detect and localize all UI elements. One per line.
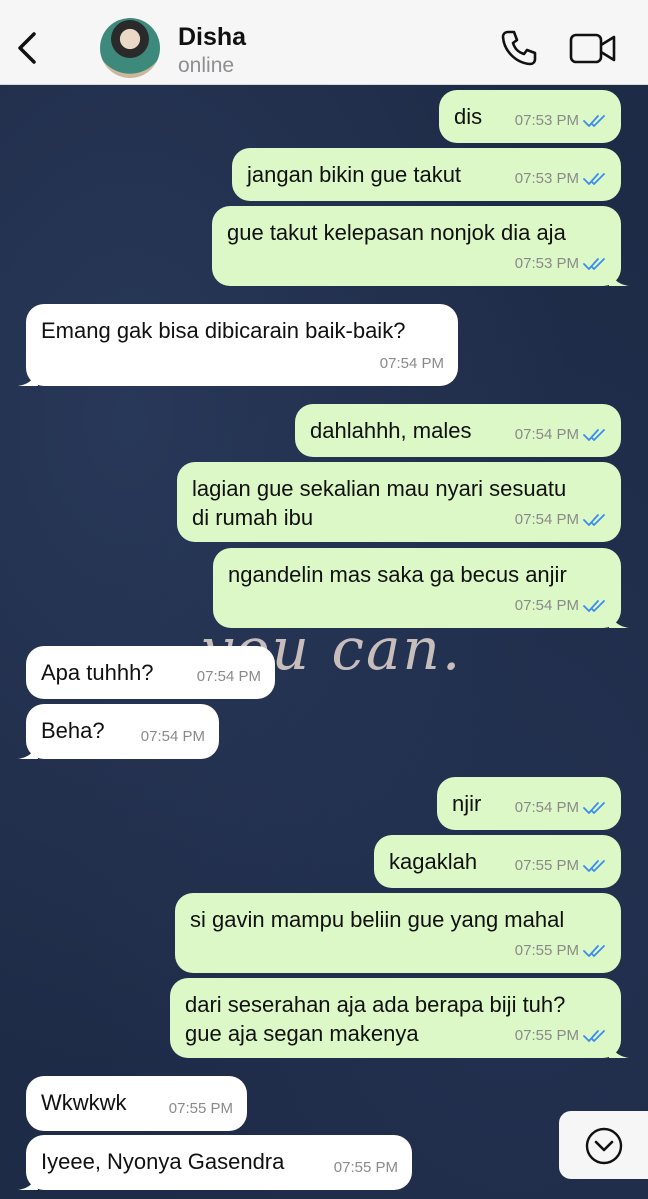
back-button[interactable]	[12, 28, 42, 68]
message-text: njir	[452, 791, 482, 816]
message-meta: 07:54 PM	[380, 349, 444, 378]
read-double-check-icon	[583, 599, 605, 612]
message-text: dahlahhh, males	[310, 418, 472, 443]
message-text: dari seserahan aja ada berapa biji tuh? …	[185, 992, 566, 1046]
message-meta: 07:54 PM	[515, 793, 607, 822]
message-meta: 07:55 PM	[334, 1153, 398, 1182]
incoming-message-bubble[interactable]: Iyeee, Nyonya Gasendra 07:55 PM	[18, 1135, 412, 1190]
message-text: Wkwkwk	[41, 1090, 127, 1115]
outgoing-message-bubble[interactable]: kagaklah 07:55 PM	[374, 835, 621, 888]
read-double-check-icon	[583, 257, 605, 270]
message-time: 07:54 PM	[514, 426, 579, 443]
incoming-message-bubble[interactable]: Emang gak bisa dibicarain baik-baik? 07:5…	[18, 304, 458, 386]
message-time: 07:54 PM	[514, 597, 579, 614]
message-meta: 07:53 PM	[515, 106, 607, 135]
message-time: 07:53 PM	[514, 255, 579, 272]
message-text: gue takut kelepasan nonjok dia aja	[227, 220, 566, 245]
message-time: 07:54 PM	[379, 355, 444, 372]
message-meta: 07:54 PM	[515, 505, 607, 534]
message-text: jangan bikin gue takut	[247, 162, 462, 187]
scroll-to-bottom-button[interactable]	[559, 1111, 648, 1179]
message-text: kagaklah	[389, 849, 478, 874]
message-text: dis	[454, 104, 483, 129]
phone-icon	[501, 30, 537, 66]
message-time: 07:55 PM	[514, 942, 579, 959]
bubble-tail	[18, 739, 38, 759]
message-time: 07:54 PM	[514, 511, 579, 528]
outgoing-message-bubble[interactable]: dahlahhh, males 07:54 PM	[295, 404, 621, 457]
message-meta: 07:53 PM	[515, 164, 607, 193]
message-time: 07:54 PM	[140, 728, 205, 745]
outgoing-message-bubble[interactable]: si gavin mampu beliin gue yang mahal 07:5…	[175, 893, 621, 973]
message-time: 07:55 PM	[514, 857, 579, 874]
outgoing-message-bubble[interactable]: gue takut kelepasan nonjok dia aja 07:53 …	[212, 206, 629, 286]
outgoing-message-bubble[interactable]: ngandelin mas saka ga becus anjir 07:54 P…	[213, 548, 629, 628]
message-text: ngandelin mas saka ga becus anjir	[228, 562, 567, 587]
message-time: 07:54 PM	[196, 668, 261, 685]
message-text: Emang gak bisa dibicarain baik-baik?	[41, 318, 406, 343]
bubble-tail	[18, 366, 38, 386]
message-meta: 07:55 PM	[515, 851, 607, 880]
bubble-tail	[609, 266, 629, 286]
read-double-check-icon	[583, 172, 605, 185]
message-text: lagian gue sekalian mau nyari sesuatu di…	[192, 476, 567, 530]
message-meta: 07:54 PM	[515, 591, 607, 620]
read-double-check-icon	[583, 801, 605, 814]
bubble-tail	[18, 1170, 38, 1190]
outgoing-message-bubble[interactable]: lagian gue sekalian mau nyari sesuatu di…	[177, 462, 621, 542]
outgoing-message-bubble[interactable]: dari seserahan aja ada berapa biji tuh? …	[170, 978, 629, 1058]
message-time: 07:53 PM	[514, 112, 579, 129]
outgoing-message-bubble[interactable]: jangan bikin gue takut 07:53 PM	[232, 148, 621, 201]
read-double-check-icon	[583, 114, 605, 127]
message-meta: 07:54 PM	[141, 722, 205, 751]
incoming-message-bubble[interactable]: Beha? 07:54 PM	[18, 704, 219, 759]
message-time: 07:55 PM	[333, 1159, 398, 1176]
message-text: si gavin mampu beliin gue yang mahal	[190, 907, 565, 932]
message-meta: 07:54 PM	[197, 662, 261, 691]
message-meta: 07:55 PM	[515, 936, 607, 965]
message-text: Apa tuhhh?	[41, 660, 154, 685]
incoming-message-bubble[interactable]: Apa tuhhh? 07:54 PM	[26, 646, 275, 699]
message-time: 07:55 PM	[514, 1027, 579, 1044]
bubble-tail	[609, 1038, 629, 1058]
message-meta: 07:55 PM	[169, 1094, 233, 1123]
message-time: 07:53 PM	[514, 170, 579, 187]
back-chevron-icon	[18, 32, 36, 64]
message-text: Iyeee, Nyonya Gasendra	[41, 1149, 285, 1174]
message-meta: 07:53 PM	[515, 249, 607, 278]
message-time: 07:54 PM	[514, 799, 579, 816]
video-call-button[interactable]	[569, 32, 617, 66]
message-text: Beha?	[41, 718, 105, 743]
outgoing-message-bubble[interactable]: dis 07:53 PM	[439, 90, 621, 143]
avatar[interactable]	[100, 18, 160, 78]
contact-status: online	[178, 54, 235, 77]
voice-call-button[interactable]	[499, 28, 539, 68]
incoming-message-bubble[interactable]: Wkwkwk 07:55 PM	[26, 1076, 247, 1131]
bubble-tail	[609, 608, 629, 628]
chat-header: Disha online	[0, 0, 648, 85]
read-double-check-icon	[583, 428, 605, 441]
read-double-check-icon	[583, 1029, 605, 1042]
outgoing-message-bubble[interactable]: njir 07:54 PM	[437, 777, 621, 830]
read-double-check-icon	[583, 859, 605, 872]
message-meta: 07:54 PM	[515, 420, 607, 449]
video-camera-icon	[569, 33, 616, 64]
read-double-check-icon	[583, 513, 605, 526]
message-time: 07:55 PM	[168, 1100, 233, 1117]
chevron-down-circle-icon	[585, 1127, 623, 1165]
contact-name[interactable]: Disha	[178, 23, 246, 52]
message-meta: 07:55 PM	[515, 1021, 607, 1050]
read-double-check-icon	[583, 944, 605, 957]
